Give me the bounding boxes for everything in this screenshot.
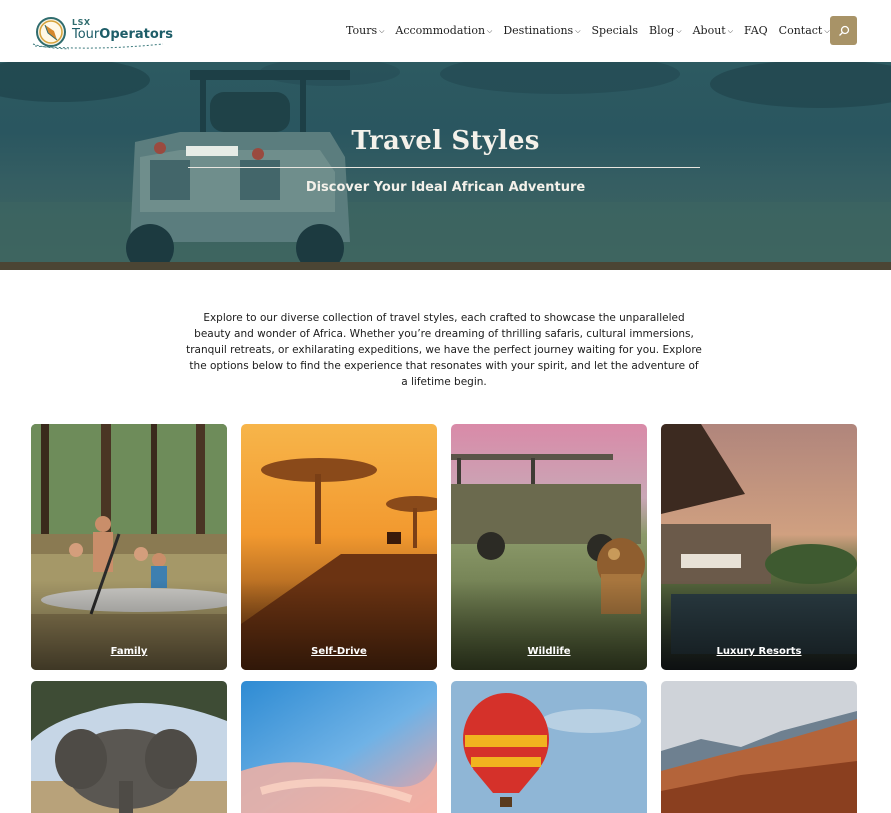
page-title: Travel Styles <box>351 126 540 156</box>
nav-item-faq[interactable]: FAQ <box>744 24 768 37</box>
search-icon <box>838 25 849 36</box>
site-logo[interactable]: LSX TourOperators <box>31 14 173 50</box>
card-label: Family <box>110 646 148 657</box>
search-button[interactable] <box>830 16 857 45</box>
logo-small-text: LSX <box>72 18 91 27</box>
chevron-down-icon: ⌵ <box>487 27 493 35</box>
main-nav: Tours ⌵ Accommodation ⌵ Destinations ⌵ Spec… <box>346 24 841 37</box>
logo-path-line <box>35 43 164 49</box>
autumn-mountains-image <box>661 681 857 813</box>
card-label: Wildlife <box>527 646 571 657</box>
travel-style-card-family[interactable]: Family <box>31 424 227 670</box>
nav-item-contact[interactable]: Contact ⌵ <box>779 24 830 37</box>
nav-item-blog[interactable]: Blog ⌵ <box>649 24 682 37</box>
chevron-down-icon: ⌵ <box>824 27 830 35</box>
site-header: LSX TourOperators Tours ⌵ Accommodation ⌵ … <box>0 0 891 62</box>
nav-label: Contact <box>778 24 823 37</box>
travel-style-card-luxury-resorts[interactable]: Luxury Resorts <box>661 424 857 670</box>
page-subtitle: Discover Your Ideal African Adventure <box>305 180 586 195</box>
hero-banner: Travel Styles Discover Your Ideal Africa… <box>0 62 891 262</box>
logo-main-text: TourOperators <box>72 27 173 42</box>
hot-air-balloon-image <box>451 681 647 813</box>
travel-style-card-self-drive[interactable]: Self-Drive <box>241 424 437 670</box>
nav-item-destinations[interactable]: Destinations ⌵ <box>503 24 580 37</box>
nav-label: Blog <box>649 24 675 37</box>
card-label: Self-Drive <box>311 646 367 657</box>
chevron-down-icon: ⌵ <box>676 27 682 35</box>
nav-item-accommodation[interactable]: Accommodation ⌵ <box>395 24 492 37</box>
sunset-sky-image <box>241 681 437 813</box>
nav-label: Destinations <box>503 24 574 37</box>
nav-label: Accommodation <box>395 24 486 37</box>
nav-item-specials[interactable]: Specials <box>592 24 639 37</box>
card-label: Luxury Resorts <box>716 646 802 657</box>
chevron-down-icon: ⌵ <box>379 27 385 35</box>
nav-label: Specials <box>591 24 639 37</box>
travel-style-card-wildlife[interactable]: Wildlife <box>451 424 647 670</box>
chevron-down-icon: ⌵ <box>727 27 734 35</box>
intro-text: Explore to our diverse collection of tra… <box>186 312 702 388</box>
hero-safari-image <box>0 62 891 262</box>
nav-label: Tours <box>346 24 378 37</box>
nav-item-about[interactable]: About ⌵ <box>693 24 733 37</box>
travel-style-card-sky[interactable] <box>241 681 437 813</box>
hero-bottom-strip <box>0 262 891 270</box>
nav-label: About <box>692 24 726 37</box>
elephant-image <box>31 681 227 813</box>
travel-style-card-mountains[interactable] <box>661 681 857 813</box>
nav-label: FAQ <box>744 24 768 37</box>
chevron-down-icon: ⌵ <box>575 27 581 35</box>
travel-style-card-balloon[interactable] <box>451 681 647 813</box>
hero-divider <box>188 167 700 168</box>
nav-item-tours[interactable]: Tours ⌵ <box>346 24 384 37</box>
travel-style-card-elephant[interactable] <box>31 681 227 813</box>
